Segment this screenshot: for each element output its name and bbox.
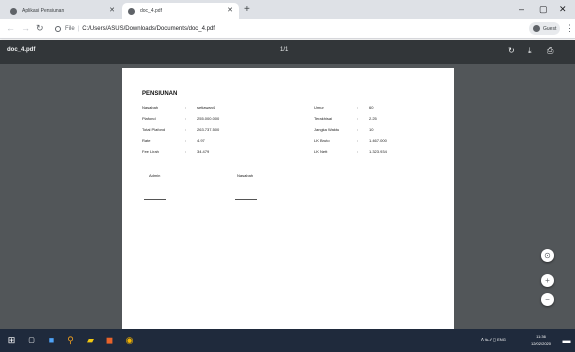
signature-label-admin: Admin	[149, 173, 161, 178]
scheme-label: File	[65, 26, 75, 32]
back-arrow-icon[interactable]: ←	[6, 22, 15, 35]
clock[interactable]: 11:36 12/02/2020	[527, 333, 555, 347]
field-row: Total Plafond: 263.737.500	[142, 127, 237, 133]
search-icon[interactable]: ⚲	[65, 335, 76, 346]
field-value: 34.479	[197, 149, 210, 154]
avatar-icon	[533, 25, 540, 32]
windows-start-icon[interactable]: ⊞	[6, 335, 17, 346]
signature-label-nasabah: Nasabah	[237, 173, 254, 178]
address-bar: ← → ↻ File | C:/Users/ASUS/Downloads/Doc…	[0, 19, 575, 39]
forward-arrow-icon[interactable]: →	[21, 22, 30, 35]
field-colon: :	[185, 127, 187, 132]
pdf-toolbar: doc_4.pdf 1/1 ↻ ⤓ ⎙	[0, 40, 575, 64]
minimize-button[interactable]: –	[519, 2, 524, 16]
document-heading: PENSIUNAN	[142, 91, 178, 97]
page-indicator: 1/1	[280, 47, 289, 53]
chrome-icon[interactable]: ◉	[124, 335, 135, 346]
close-tab-icon[interactable]: ✕	[227, 6, 233, 14]
pdf-page: PENSIUNAN Nasabah: setiawan4 Plafond: 255.0…	[122, 68, 454, 329]
maximize-button[interactable]: ▢	[539, 2, 548, 16]
field-label: Umur	[314, 105, 324, 110]
globe-icon	[128, 7, 135, 15]
field-row: LK Nett: 1.323.934	[314, 149, 409, 155]
signature-line-nasabah	[235, 199, 257, 200]
field-label: Fee Lirah	[142, 149, 159, 154]
system-tray[interactable]: ᐱ ℡ ⁄⁄ ◻ ENG	[481, 337, 506, 343]
minus-icon: −	[545, 294, 550, 304]
field-label: LK Nett	[314, 149, 328, 154]
file-explorer-icon[interactable]: ■	[46, 335, 57, 346]
notifications-icon[interactable]: ▬	[561, 335, 572, 346]
field-value: 2.25	[369, 116, 377, 121]
field-row: Umur: 60	[314, 105, 409, 111]
field-label: Terakhisai	[314, 116, 333, 121]
field-value: 255.000.000	[197, 116, 220, 121]
field-colon: :	[357, 105, 359, 110]
info-icon[interactable]	[55, 26, 61, 32]
field-row: Nasabah: setiawan4	[142, 105, 237, 111]
profile-label: Guest	[543, 25, 557, 32]
field-row: Rate: 4.97	[142, 138, 237, 144]
url-field[interactable]: File | C:/Users/ASUS/Downloads/Documents…	[55, 22, 525, 36]
fit-page-button[interactable]: ⊙	[541, 249, 554, 262]
field-value: setiawan4	[197, 105, 216, 110]
field-label: Rate	[142, 138, 151, 143]
field-row: Fee Lirah: 34.479	[142, 149, 237, 155]
signature-line-admin	[144, 199, 166, 200]
url-text: C:/Users/ASUS/Downloads/Documents/doc_4.…	[82, 26, 215, 32]
field-label: Plafond	[142, 116, 156, 121]
field-value: 263.737.500	[197, 127, 220, 132]
field-colon: :	[357, 138, 359, 143]
field-row: Terakhisai: 2.25	[314, 116, 409, 122]
field-colon: :	[185, 138, 187, 143]
reload-icon[interactable]: ↻	[36, 22, 44, 35]
zoom-in-button[interactable]: +	[541, 274, 554, 287]
pdf-viewer[interactable]: PENSIUNAN Nasabah: setiawan4 Plafond: 255.0…	[0, 64, 575, 329]
tab-title: doc_4.pdf	[140, 8, 162, 14]
field-label: Nasabah	[142, 105, 159, 110]
field-value: 60	[369, 105, 374, 110]
tab-aplikasi-pensiunan[interactable]: Aplikasi Pensiunan ✕	[4, 3, 121, 19]
zoom-out-button[interactable]: −	[541, 293, 554, 306]
app-icon[interactable]: ◼	[104, 335, 115, 346]
field-value: 1.323.934	[369, 149, 387, 154]
field-colon: :	[185, 116, 187, 121]
close-tab-icon[interactable]: ✕	[109, 6, 115, 14]
windows-taskbar: ⊞ ▢ ■ ⚲ ▰ ◼ ◉ ᐱ ℡ ⁄⁄ ◻ ENG 11:36 12/02/2…	[0, 329, 575, 352]
url-separator: |	[77, 26, 80, 32]
close-window-button[interactable]: ✕	[559, 2, 567, 16]
download-icon[interactable]: ⤓	[528, 46, 532, 56]
field-value: 4.97	[197, 138, 205, 143]
field-colon: :	[357, 116, 359, 121]
field-colon: :	[357, 127, 359, 132]
clock-date: 12/02/2020	[530, 341, 552, 346]
globe-icon	[10, 7, 17, 15]
field-value: 1.467.000	[369, 138, 387, 143]
clock-time: 11:36	[536, 334, 546, 339]
rotate-icon[interactable]: ↻	[508, 46, 515, 56]
field-label: Jangka Waktu	[314, 127, 340, 132]
tab-doc-4-pdf[interactable]: doc_4.pdf ✕	[122, 3, 239, 19]
field-row: LK Bruto: 1.467.000	[314, 138, 409, 144]
field-row: Plafond: 255.000.000	[142, 116, 237, 122]
browser-tab-strip: Aplikasi Pensiunan ✕ doc_4.pdf ✕ + – ▢ ✕	[0, 0, 575, 19]
field-colon: :	[185, 105, 187, 110]
folder-icon[interactable]: ▰	[85, 335, 96, 346]
field-label: LK Bruto	[314, 138, 330, 143]
new-tab-button[interactable]: +	[244, 3, 250, 17]
tab-title: Aplikasi Pensiunan	[22, 8, 65, 14]
field-colon: :	[185, 149, 187, 154]
plus-icon: +	[545, 275, 550, 285]
more-menu-icon[interactable]: ⋮	[565, 22, 574, 35]
fit-page-icon: ⊙	[544, 250, 551, 260]
field-row: Jangka Waktu: 10	[314, 127, 409, 133]
field-colon: :	[357, 149, 359, 154]
profile-button[interactable]: Guest	[529, 22, 561, 35]
field-value: 10	[369, 127, 374, 132]
field-label: Total Plafond	[142, 127, 166, 132]
pdf-filename: doc_4.pdf	[7, 47, 36, 53]
task-view-icon[interactable]: ▢	[26, 335, 37, 346]
print-icon[interactable]: ⎙	[547, 46, 553, 56]
